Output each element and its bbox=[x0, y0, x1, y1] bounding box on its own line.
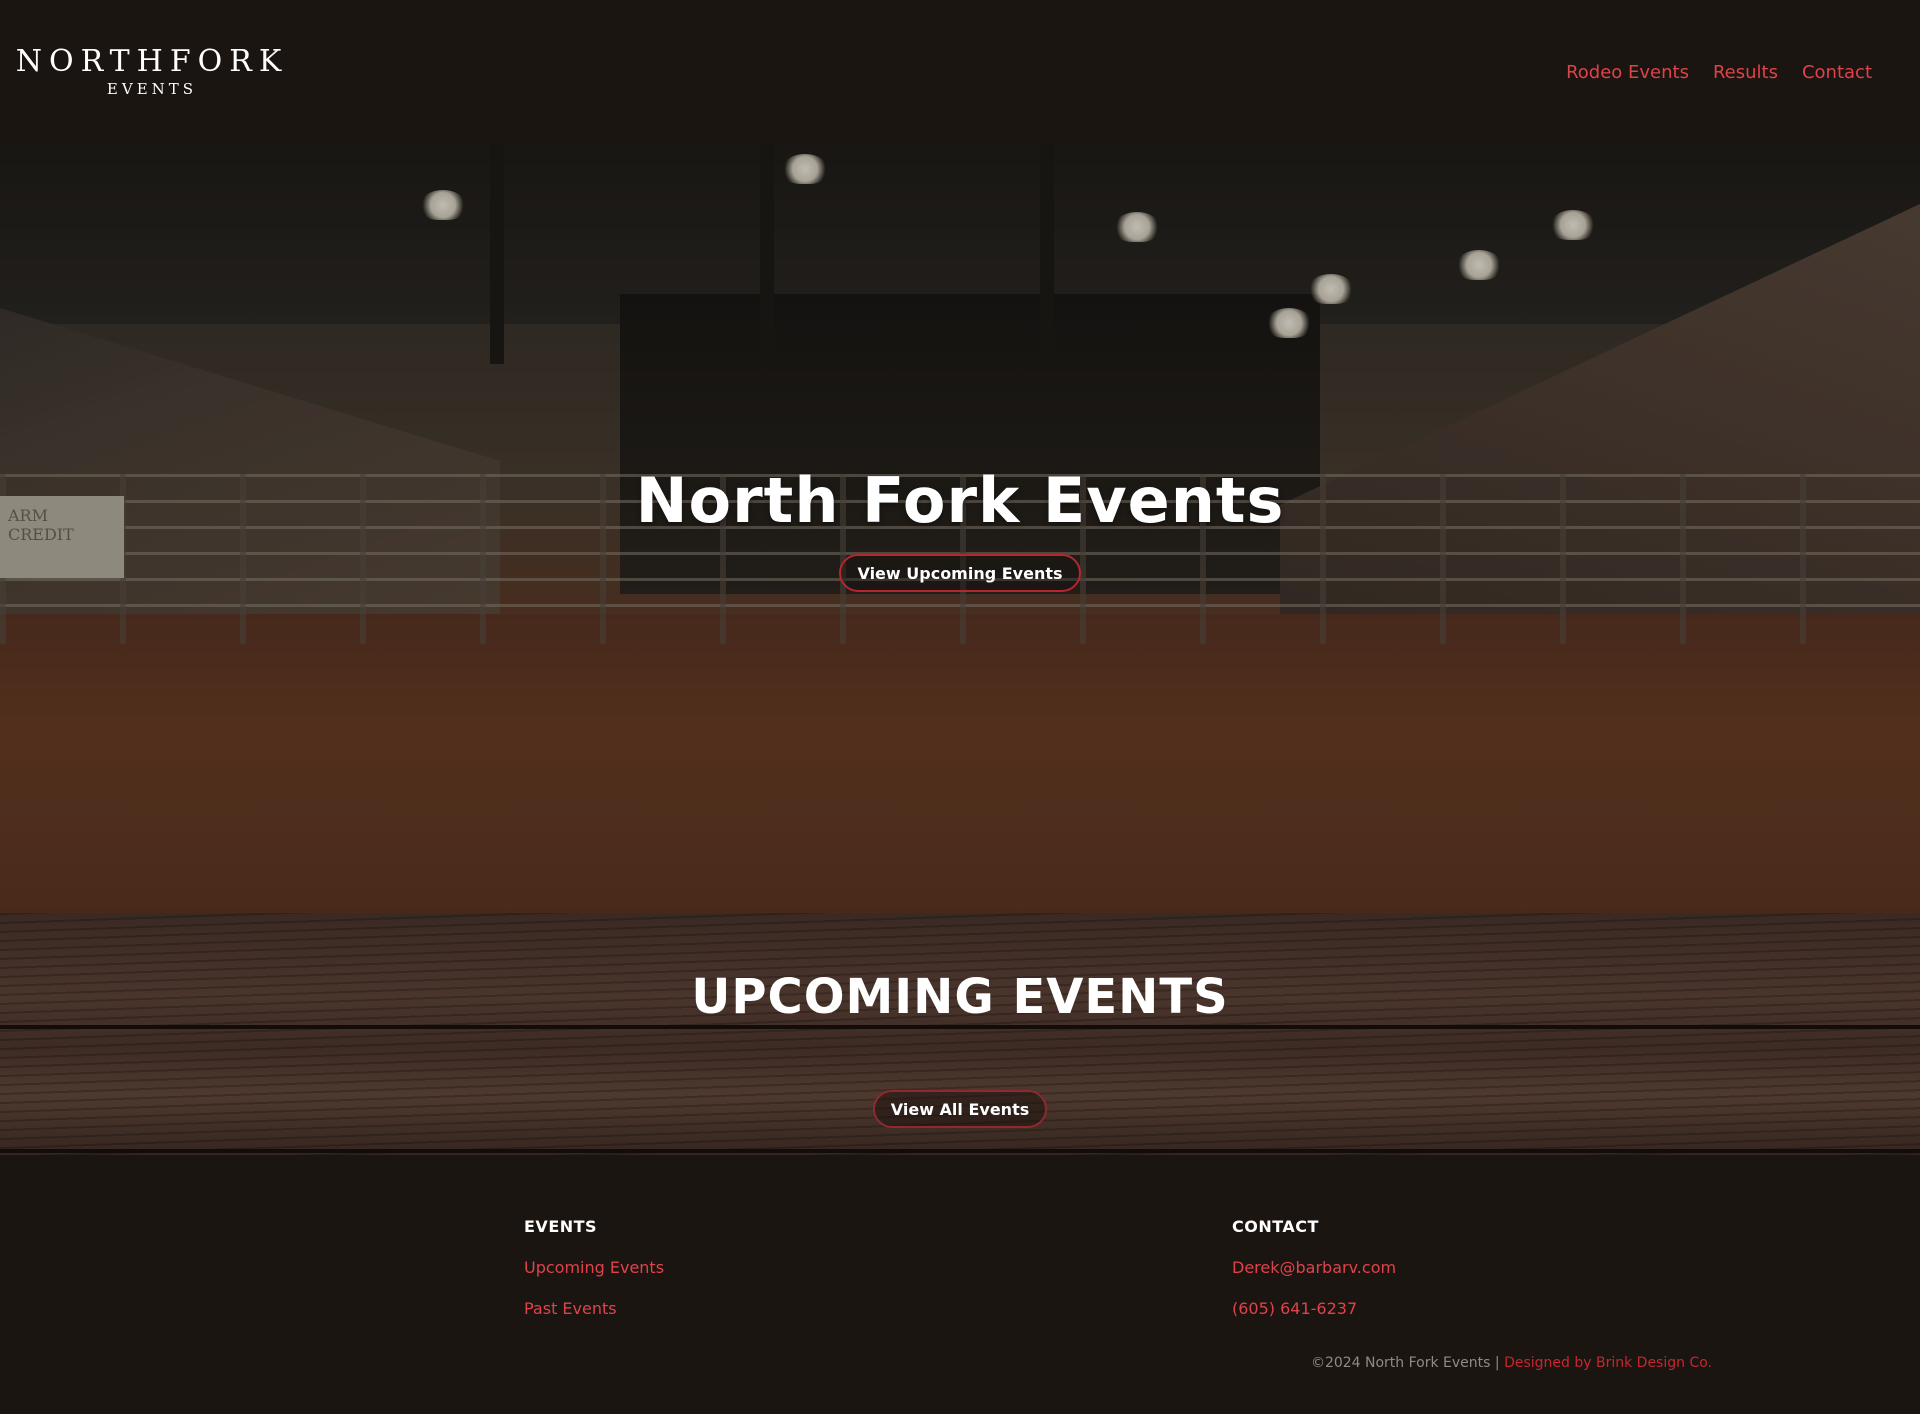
wood-plank-seam bbox=[0, 1025, 1920, 1029]
footer-link-upcoming-events[interactable]: Upcoming Events bbox=[524, 1258, 664, 1277]
upcoming-events-section: UPCOMING EVENTS View All Events bbox=[0, 913, 1920, 1155]
logo-subtitle: EVENTS bbox=[106, 80, 198, 98]
hero-title: North Fork Events bbox=[635, 464, 1285, 537]
footer-contact-heading: CONTACT bbox=[1232, 1217, 1319, 1236]
footer-events-column: EVENTS Upcoming Events Past Events bbox=[524, 1217, 664, 1318]
view-all-events-button[interactable]: View All Events bbox=[873, 1090, 1047, 1128]
site-header: NORTHFORK EVENTS Rodeo Events Results Co… bbox=[0, 0, 1920, 144]
footer-email-link[interactable]: Derek@barbarv.com bbox=[1232, 1258, 1396, 1277]
logo-wordmark: NORTHFORK bbox=[15, 44, 289, 79]
site-logo[interactable]: NORTHFORK EVENTS bbox=[16, 46, 282, 99]
nav-rodeo-events[interactable]: Rodeo Events bbox=[1566, 62, 1689, 83]
designer-credit-link[interactable]: Designed by Brink Design Co. bbox=[1504, 1355, 1712, 1371]
site-footer: EVENTS Upcoming Events Past Events CONTA… bbox=[0, 1155, 1920, 1414]
hero-section: ARM CREDIT North Fork Events View Upcomi… bbox=[0, 144, 1920, 913]
footer-link-past-events[interactable]: Past Events bbox=[524, 1299, 664, 1318]
copyright-notice: ©2024 North Fork Events | bbox=[1310, 1355, 1505, 1371]
nav-contact[interactable]: Contact bbox=[1802, 62, 1872, 83]
footer-contact-column: CONTACT Derek@barbarv.com (605) 641-6237 bbox=[1232, 1217, 1396, 1318]
upcoming-events-title: UPCOMING EVENTS bbox=[691, 969, 1229, 1025]
wood-plank-seam bbox=[0, 1149, 1920, 1153]
view-upcoming-events-button[interactable]: View Upcoming Events bbox=[839, 554, 1081, 592]
footer-phone-link[interactable]: (605) 641-6237 bbox=[1232, 1299, 1396, 1318]
nav-results[interactable]: Results bbox=[1713, 62, 1778, 83]
main-nav: Rodeo Events Results Contact bbox=[1566, 62, 1872, 83]
copyright-text: ©2024 North Fork Events | Designed by Br… bbox=[1311, 1355, 1712, 1371]
footer-events-heading: EVENTS bbox=[524, 1217, 598, 1236]
